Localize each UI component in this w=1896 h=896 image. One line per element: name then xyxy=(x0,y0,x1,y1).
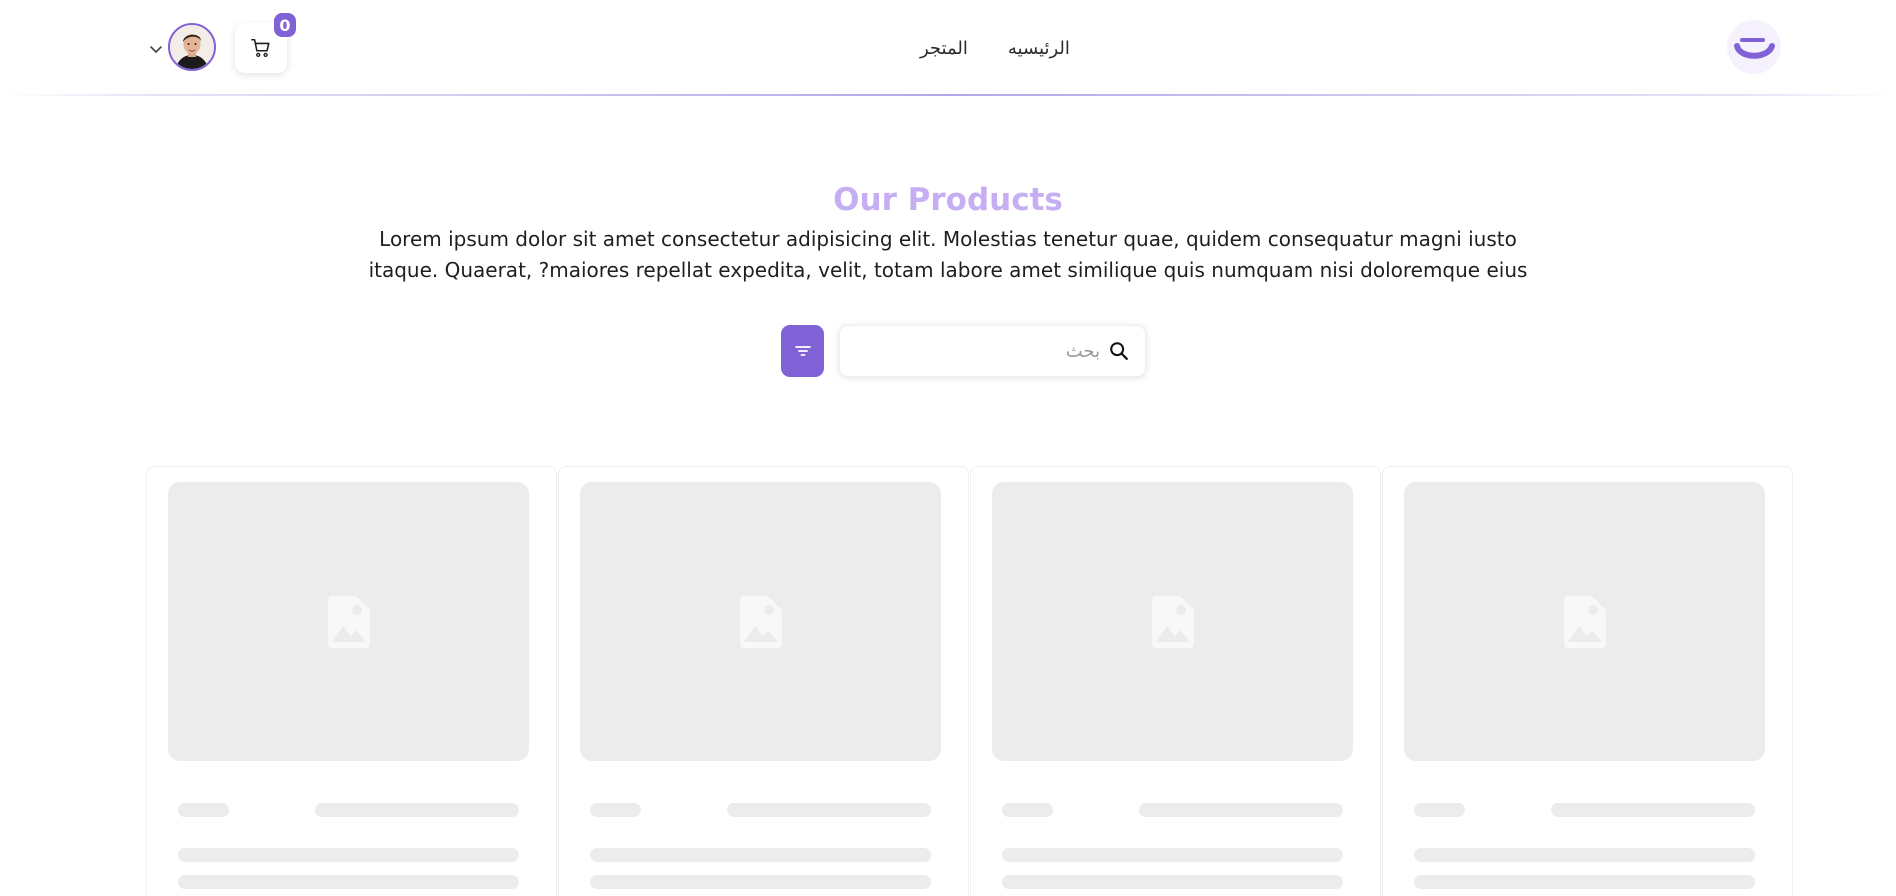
product-image-placeholder xyxy=(1404,482,1765,761)
skeleton-line xyxy=(178,875,519,889)
search-input[interactable] xyxy=(854,326,1102,376)
search-box xyxy=(839,325,1146,377)
chevron-down-icon xyxy=(150,46,162,53)
filter-icon xyxy=(794,346,811,356)
product-image-placeholder xyxy=(992,482,1353,761)
product-card-skeleton xyxy=(970,466,1381,896)
user-photo xyxy=(170,25,214,69)
search-icon[interactable] xyxy=(1108,340,1130,362)
header-divider xyxy=(0,94,1896,96)
avatar[interactable] xyxy=(168,23,216,71)
skeleton-line xyxy=(590,803,641,817)
nav-link-store[interactable]: المتجر xyxy=(920,38,968,59)
image-placeholder-icon xyxy=(1151,595,1194,648)
skeleton-line xyxy=(1139,803,1343,817)
logo[interactable] xyxy=(1727,20,1781,74)
skeleton-line xyxy=(178,803,229,817)
image-placeholder-icon xyxy=(327,595,370,648)
skeleton-line xyxy=(315,803,519,817)
skeleton-line xyxy=(1002,803,1053,817)
cart-icon xyxy=(251,38,270,58)
skeleton-line xyxy=(727,803,931,817)
page-title: Our Products xyxy=(833,182,1063,218)
skeleton-line xyxy=(1002,848,1343,862)
filter-button[interactable] xyxy=(781,325,824,377)
skeleton-line xyxy=(1551,803,1755,817)
skeleton-line xyxy=(590,875,931,889)
skeleton-line xyxy=(1414,875,1755,889)
skeleton-line xyxy=(1002,875,1343,889)
product-card-skeleton xyxy=(146,466,557,896)
user-menu-toggle[interactable] xyxy=(145,38,167,60)
product-image-placeholder xyxy=(168,482,529,761)
nav-link-home[interactable]: الرئيسيه xyxy=(1008,38,1070,59)
image-placeholder-icon xyxy=(739,595,782,648)
main-nav: الرئيسيه المتجر xyxy=(920,32,1070,64)
image-placeholder-icon xyxy=(1563,595,1606,648)
product-image-placeholder xyxy=(580,482,941,761)
skeleton-line xyxy=(1414,803,1465,817)
skeleton-line xyxy=(1414,848,1755,862)
page-description: Lorem ipsum dolor sit amet consectetur a… xyxy=(368,227,1528,282)
site-header: 0 الرئيسيه المتجر xyxy=(0,0,1896,96)
product-card-skeleton xyxy=(558,466,969,896)
logo-icon xyxy=(1734,38,1775,59)
skeleton-line xyxy=(178,848,519,862)
cart-count-badge: 0 xyxy=(274,13,296,37)
product-card-skeleton xyxy=(1382,466,1793,896)
skeleton-line xyxy=(590,848,931,862)
